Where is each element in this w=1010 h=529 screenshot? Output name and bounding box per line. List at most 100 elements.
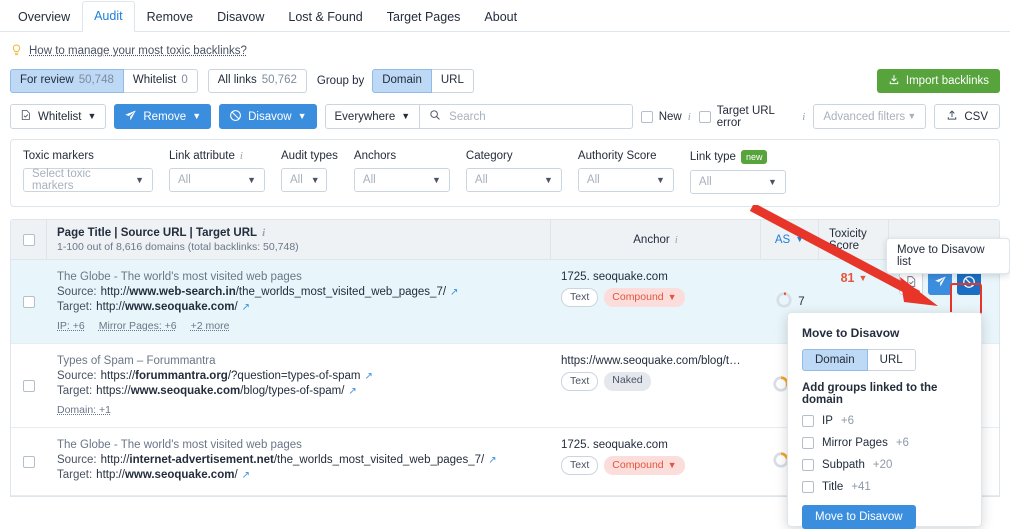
tab-overview[interactable]: Overview <box>6 2 82 32</box>
chip-for-review[interactable]: For review 50,748 <box>10 69 124 93</box>
external-link-icon[interactable]: ↗︎ <box>348 386 356 397</box>
popover-option-label: Mirror Pages <box>822 437 888 449</box>
row-checkbox[interactable] <box>23 455 35 468</box>
popover-move-to-disavow-button[interactable]: Move to Disavow <box>802 505 916 529</box>
info-icon[interactable]: i <box>240 150 243 162</box>
anchor-text: 1725. seoquake.com <box>561 271 668 283</box>
select-all-checkbox[interactable] <box>22 233 35 246</box>
popover-scope-url[interactable]: URL <box>867 349 916 371</box>
tab-about[interactable]: About <box>472 2 529 32</box>
filter-select[interactable]: All ▼ <box>577 168 674 192</box>
external-link-icon[interactable]: ↗︎ <box>364 371 372 382</box>
info-icon[interactable]: i <box>688 111 691 123</box>
popover-option[interactable]: IP +6 <box>802 415 967 427</box>
tab-disavow[interactable]: Disavow <box>205 2 276 32</box>
import-backlinks-button[interactable]: Import backlinks <box>876 69 1000 93</box>
col-anchor: Anchor i <box>551 220 761 259</box>
new-label: New <box>658 110 682 123</box>
popover-option[interactable]: Mirror Pages +6 <box>802 437 967 449</box>
group-by-url[interactable]: URL <box>431 69 474 93</box>
filter-select[interactable]: Select toxic markers ▼ <box>23 168 153 192</box>
whitelist-action-button[interactable] <box>899 271 923 295</box>
chevron-down-icon: ▼ <box>667 292 677 302</box>
info-icon[interactable]: i <box>802 111 805 123</box>
filter-category: Category All ▼ <box>465 150 562 194</box>
row-select-cell <box>11 260 47 343</box>
export-icon <box>946 109 958 124</box>
meta-link[interactable]: Domain: +1 <box>57 404 111 416</box>
external-link-icon[interactable]: ↗︎ <box>242 470 250 481</box>
meta-link[interactable]: +2 more <box>191 320 230 332</box>
filter-label-text: Audit types <box>281 150 338 162</box>
target-url[interactable]: http://www.seoquake.com/ <box>96 301 237 313</box>
info-icon[interactable]: i <box>262 227 265 239</box>
popover-option-checkbox[interactable] <box>802 415 814 427</box>
toxic-backlinks-help-link[interactable]: How to manage your most toxic backlinks? <box>29 45 247 57</box>
tab-lost-found[interactable]: Lost & Found <box>276 2 374 32</box>
target-url-error-checkbox-row[interactable]: Target URL error i <box>698 105 805 129</box>
target-url-line: Target: https://www.seoquake.com/blog/typ… <box>57 385 541 397</box>
anchor-tag[interactable]: Compound ▼ <box>604 288 685 307</box>
anchor-tag[interactable]: Compound ▼ <box>604 456 685 475</box>
disavow-action-button[interactable] <box>957 271 981 295</box>
tab-remove[interactable]: Remove <box>135 2 206 32</box>
toxicity-score-value[interactable]: 81 ▼ <box>841 271 868 285</box>
whitelist-icon <box>20 109 32 124</box>
popover-option-checkbox[interactable] <box>802 459 814 471</box>
popover-option[interactable]: Subpath +20 <box>802 459 967 471</box>
scope-dropdown[interactable]: Everywhere ▼ <box>326 105 421 128</box>
csv-export-button[interactable]: CSV <box>934 104 1000 129</box>
new-filter-checkbox-row[interactable]: New i <box>640 110 691 123</box>
chip-all-links[interactable]: All links 50,762 <box>207 69 307 93</box>
filter-select[interactable]: All ▼ <box>281 168 327 192</box>
tab-audit[interactable]: Audit <box>82 1 135 32</box>
disavow-button[interactable]: Disavow ▼ <box>219 104 317 129</box>
remove-button[interactable]: Remove ▼ <box>114 104 212 129</box>
row-checkbox[interactable] <box>23 295 35 308</box>
source-url[interactable]: http://internet-advertisement.net/the_wo… <box>101 454 485 466</box>
filter-value: All <box>586 174 600 186</box>
group-by-label: Group by <box>316 75 365 87</box>
chip-for-review-label: For review <box>20 74 74 87</box>
remove-action-button[interactable] <box>928 271 952 295</box>
meta-link[interactable]: IP: +6 <box>57 320 85 332</box>
remove-button-label: Remove <box>143 110 187 123</box>
col-authority-score[interactable]: AS ▼ <box>761 220 819 259</box>
filter-select[interactable]: All ▼ <box>689 170 786 194</box>
page-title: The Globe - The world's most visited web… <box>57 439 302 451</box>
chip-whitelist[interactable]: Whitelist 0 <box>123 69 198 93</box>
popover-option[interactable]: Title +41 <box>802 481 967 493</box>
source-url[interactable]: http://www.web-search.in/the_worlds_most… <box>101 286 446 298</box>
anchor-tags: Text Naked <box>561 372 751 391</box>
search-input[interactable] <box>447 109 623 124</box>
chevron-down-icon: ▼ <box>667 460 677 470</box>
whitelist-button[interactable]: Whitelist ▼ <box>10 104 107 129</box>
chevron-down-icon: ▼ <box>297 111 307 121</box>
advanced-filters-dropdown[interactable]: Advanced filters ▼ <box>813 104 927 129</box>
filter-select[interactable]: All ▼ <box>169 168 265 192</box>
popover-scope-domain[interactable]: Domain <box>802 349 868 371</box>
meta-link[interactable]: Mirror Pages: +6 <box>99 320 177 332</box>
filter-select[interactable]: All ▼ <box>353 168 450 192</box>
source-url[interactable]: https://forummantra.org/?question=types-… <box>101 370 361 382</box>
filter-select[interactable]: All ▼ <box>465 168 562 192</box>
target-url[interactable]: https://www.seoquake.com/blog/types-of-s… <box>96 385 344 397</box>
external-link-icon[interactable]: ↗︎ <box>242 302 250 313</box>
popover-option-checkbox[interactable] <box>802 437 814 449</box>
info-icon[interactable]: i <box>675 234 678 246</box>
popover-option-checkbox[interactable] <box>802 481 814 493</box>
row-checkbox[interactable] <box>23 379 35 392</box>
external-link-icon[interactable]: ↗︎ <box>488 455 496 466</box>
filter-label-text: Link attribute <box>169 150 235 162</box>
move-to-disavow-popover: Move to Disavow Domain URL Add groups li… <box>787 312 982 529</box>
group-by-domain[interactable]: Domain <box>372 69 432 93</box>
tab-target-pages[interactable]: Target Pages <box>375 2 473 32</box>
chevron-down-icon: ▼ <box>858 272 868 283</box>
new-checkbox[interactable] <box>640 110 653 123</box>
external-link-icon[interactable]: ↗︎ <box>450 287 458 298</box>
target-url[interactable]: http://www.seoquake.com/ <box>96 469 237 481</box>
filter-link-attribute: Link attribute i All ▼ <box>169 150 265 194</box>
search-field[interactable] <box>420 105 632 128</box>
target-url-error-checkbox[interactable] <box>698 110 711 123</box>
chevron-down-icon: ▼ <box>247 174 256 185</box>
